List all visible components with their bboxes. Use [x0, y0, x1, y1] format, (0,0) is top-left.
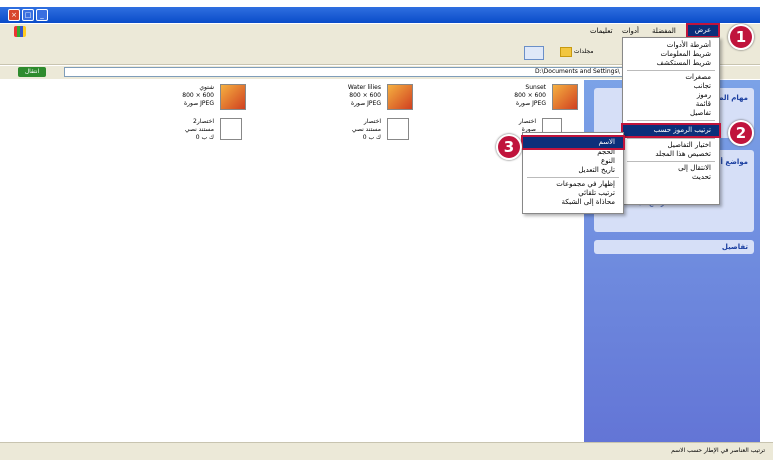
- menu-item-icons[interactable]: رموز: [623, 91, 719, 100]
- minimize-button[interactable]: _: [36, 9, 48, 21]
- file-name: اختصار: [518, 118, 536, 125]
- folders-button[interactable]: مجلدات: [560, 46, 604, 58]
- menu-item-status-bar[interactable]: شريط المعلومات: [623, 50, 719, 59]
- file-type: صورة JPEG: [184, 100, 214, 107]
- menu-tools[interactable]: أدوات: [622, 27, 639, 35]
- text-document-icon: [387, 118, 409, 140]
- menu-item-arrange-icons-by[interactable]: ترتيب الرموز حسب: [621, 123, 721, 138]
- menu-item-align-to-grid[interactable]: محاذاة إلى الشبكة: [523, 198, 623, 207]
- menu-item-size[interactable]: الحجم: [523, 148, 623, 157]
- windows-logo-icon: [14, 26, 26, 37]
- menu-bar: [0, 24, 760, 38]
- file-name: Sunset: [525, 84, 546, 91]
- details-title: تفاصيل: [721, 243, 748, 251]
- file-name: Water lilies: [347, 84, 381, 91]
- file-info: شتوي 800 × 600 صورة JPEG: [114, 84, 214, 108]
- file-dims: 800 × 600: [182, 92, 214, 99]
- menu-item-auto-arrange[interactable]: ترتيب تلقائي: [523, 189, 623, 198]
- folder-icon: [560, 46, 572, 57]
- file-type: 0 ك ب: [195, 134, 214, 141]
- menu-item-explorer-bar[interactable]: شريط المستكشف: [623, 59, 719, 68]
- menu-item-type[interactable]: النوع: [523, 157, 623, 166]
- menu-view[interactable]: عرض: [686, 23, 720, 38]
- file-type: صورة JPEG: [351, 100, 381, 107]
- view-menu: أشرطة الأدوات شريط المعلومات شريط المستك…: [621, 37, 721, 205]
- menu-item-details[interactable]: تفاصيل: [623, 109, 719, 118]
- file-type: 0 ك ب: [362, 134, 381, 141]
- menu-item-thumbnails[interactable]: مصغرات: [623, 73, 719, 82]
- go-button[interactable]: انتقال: [18, 67, 46, 77]
- callout-3: 3: [496, 134, 522, 160]
- file-info: اختصار2 مستند نصي 0 ك ب: [114, 118, 214, 142]
- file-dims: مستند نصي: [184, 126, 214, 133]
- menu-item-name[interactable]: الاسم: [521, 135, 625, 150]
- file-name: اختصار: [363, 118, 381, 125]
- menu-item-list[interactable]: قائمة: [623, 100, 719, 109]
- menu-item-choose-details[interactable]: اختيار التفاصيل: [623, 141, 719, 150]
- callout-1: 1: [728, 24, 754, 50]
- menu-item-refresh[interactable]: تحديث: [623, 173, 719, 182]
- menu-item-modified[interactable]: تاريخ التعديل: [523, 166, 623, 175]
- file-dims: مستند نصي: [351, 126, 381, 133]
- menu-item-toolbars[interactable]: أشرطة الأدوات: [623, 41, 719, 50]
- file-type: صورة JPEG: [516, 100, 546, 107]
- image-thumbnail: [387, 84, 413, 110]
- image-thumbnail: [220, 84, 246, 110]
- status-bar: ترتيب العناصر في الإطار حسب الاسم: [0, 442, 773, 460]
- details-panel[interactable]: تفاصيل: [594, 240, 754, 254]
- menu-item-customize-folder[interactable]: تخصيص هذا المجلد: [623, 150, 719, 159]
- address-input[interactable]: D:\Documents and Settings\: [64, 67, 684, 77]
- views-icon[interactable]: [524, 46, 544, 60]
- title-bar: [0, 7, 760, 23]
- callout-2: 2: [728, 120, 754, 146]
- menu-help[interactable]: تعليمات: [590, 27, 613, 35]
- file-info: اختصار مستند نصي 0 ك ب: [281, 118, 381, 142]
- file-dims: 800 × 600: [349, 92, 381, 99]
- file-name: شتوي: [199, 84, 214, 91]
- image-thumbnail: [552, 84, 578, 110]
- menu-favorites[interactable]: المفضلة: [652, 27, 676, 35]
- menu-item-tiles[interactable]: تجانب: [623, 82, 719, 91]
- folders-label: مجلدات: [573, 48, 594, 55]
- file-info: Water lilies 800 × 600 صورة JPEG: [281, 84, 381, 108]
- menu-item-show-in-groups[interactable]: إظهار في مجموعات: [523, 180, 623, 189]
- arrange-submenu: الاسم الحجم النوع تاريخ التعديل إظهار في…: [521, 132, 625, 214]
- status-text: ترتيب العناصر في الإطار حسب الاسم: [671, 447, 765, 454]
- file-name: اختصار2: [193, 118, 214, 125]
- menu-item-go-to[interactable]: الانتقال إلى: [623, 164, 719, 173]
- file-dims: 800 × 600: [514, 92, 546, 99]
- restore-button[interactable]: □: [22, 9, 34, 21]
- file-item[interactable]: اختصار مستند نصي 0 ك ب: [255, 118, 409, 158]
- text-document-icon: [220, 118, 242, 140]
- file-item[interactable]: اختصار2 مستند نصي 0 ك ب: [88, 118, 242, 158]
- close-button[interactable]: ×: [8, 9, 20, 21]
- file-info: Sunset 800 × 600 صورة JPEG: [446, 84, 546, 108]
